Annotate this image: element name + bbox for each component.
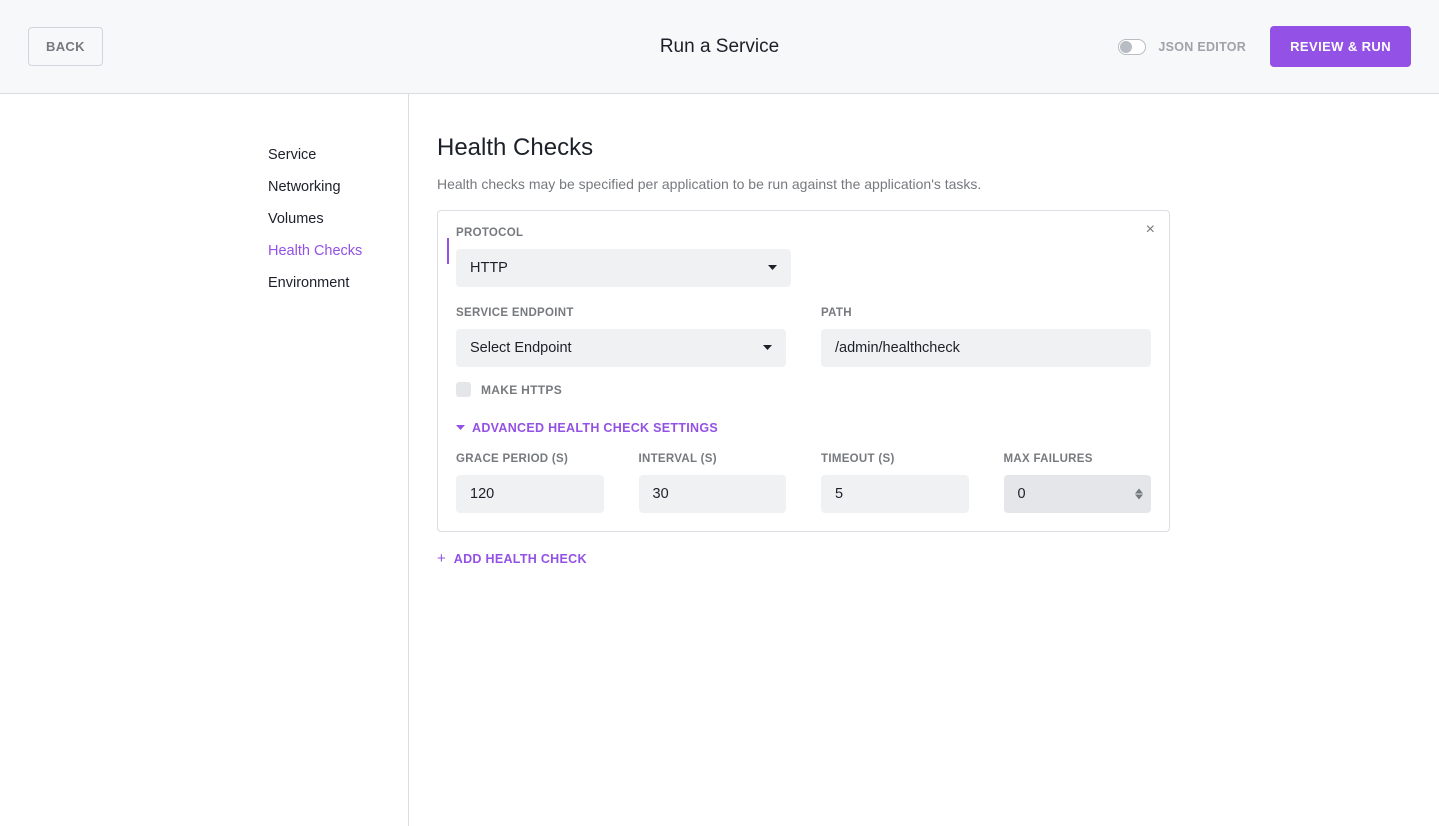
sidebar-item-volumes[interactable]: Volumes — [268, 203, 408, 235]
json-editor-toggle-wrap: JSON EDITOR — [1118, 39, 1246, 55]
main-title: Health Checks — [437, 134, 1411, 162]
header: BACK Run a Service JSON EDITOR REVIEW & … — [0, 0, 1439, 94]
sidebar-item-service[interactable]: Service — [268, 139, 408, 171]
path-label: PATH — [821, 307, 1151, 319]
max-failures-input[interactable] — [1004, 475, 1152, 513]
advanced-settings-toggle[interactable]: ADVANCED HEALTH CHECK SETTINGS — [456, 421, 1151, 435]
add-health-check-button[interactable]: + ADD HEALTH CHECK — [437, 550, 1411, 567]
sidebar-item-environment[interactable]: Environment — [268, 267, 408, 299]
protocol-select-wrap — [456, 249, 791, 287]
close-icon[interactable]: × — [1146, 222, 1155, 238]
sidebar-item-health-checks[interactable]: Health Checks — [268, 235, 408, 267]
review-run-button[interactable]: REVIEW & RUN — [1270, 26, 1411, 67]
make-https-row: MAKE HTTPS — [456, 382, 1151, 397]
back-button[interactable]: BACK — [28, 27, 103, 66]
page-title: Run a Service — [660, 36, 779, 58]
advanced-fields-row: GRACE PERIOD (S) INTERVAL (S) TIMEOUT (S… — [456, 453, 1151, 513]
make-https-checkbox[interactable] — [456, 382, 471, 397]
endpoint-label: SERVICE ENDPOINT — [456, 307, 786, 319]
sidebar-item-networking[interactable]: Networking — [268, 171, 408, 203]
timeout-input[interactable] — [821, 475, 969, 513]
protocol-label: PROTOCOL — [456, 227, 1151, 239]
content: Service Networking Volumes Health Checks… — [0, 94, 1439, 826]
toggle-knob-icon — [1120, 41, 1132, 53]
interval-input[interactable] — [639, 475, 787, 513]
json-editor-label: JSON EDITOR — [1158, 40, 1246, 54]
grace-period-input[interactable] — [456, 475, 604, 513]
add-health-check-label: ADD HEALTH CHECK — [454, 552, 587, 566]
grace-period-label: GRACE PERIOD (S) — [456, 453, 604, 465]
caret-down-icon — [456, 425, 465, 431]
plus-icon: + — [437, 550, 446, 567]
endpoint-path-row: SERVICE ENDPOINT PATH — [456, 307, 1151, 367]
path-input[interactable] — [821, 329, 1151, 367]
timeout-label: TIMEOUT (S) — [821, 453, 969, 465]
make-https-label: MAKE HTTPS — [481, 383, 562, 397]
health-check-card: × PROTOCOL SERVICE ENDPOINT PATH — [437, 210, 1170, 532]
endpoint-select-wrap — [456, 329, 786, 367]
sidebar: Service Networking Volumes Health Checks… — [0, 94, 409, 826]
interval-label: INTERVAL (S) — [639, 453, 787, 465]
protocol-select[interactable] — [456, 249, 791, 287]
json-editor-toggle[interactable] — [1118, 39, 1146, 55]
main-description: Health checks may be specified per appli… — [437, 176, 1411, 192]
advanced-settings-label: ADVANCED HEALTH CHECK SETTINGS — [472, 421, 718, 435]
max-failures-label: MAX FAILURES — [1004, 453, 1152, 465]
endpoint-select[interactable] — [456, 329, 786, 367]
header-right: JSON EDITOR REVIEW & RUN — [1118, 26, 1411, 67]
main: Health Checks Health checks may be speci… — [409, 94, 1439, 826]
